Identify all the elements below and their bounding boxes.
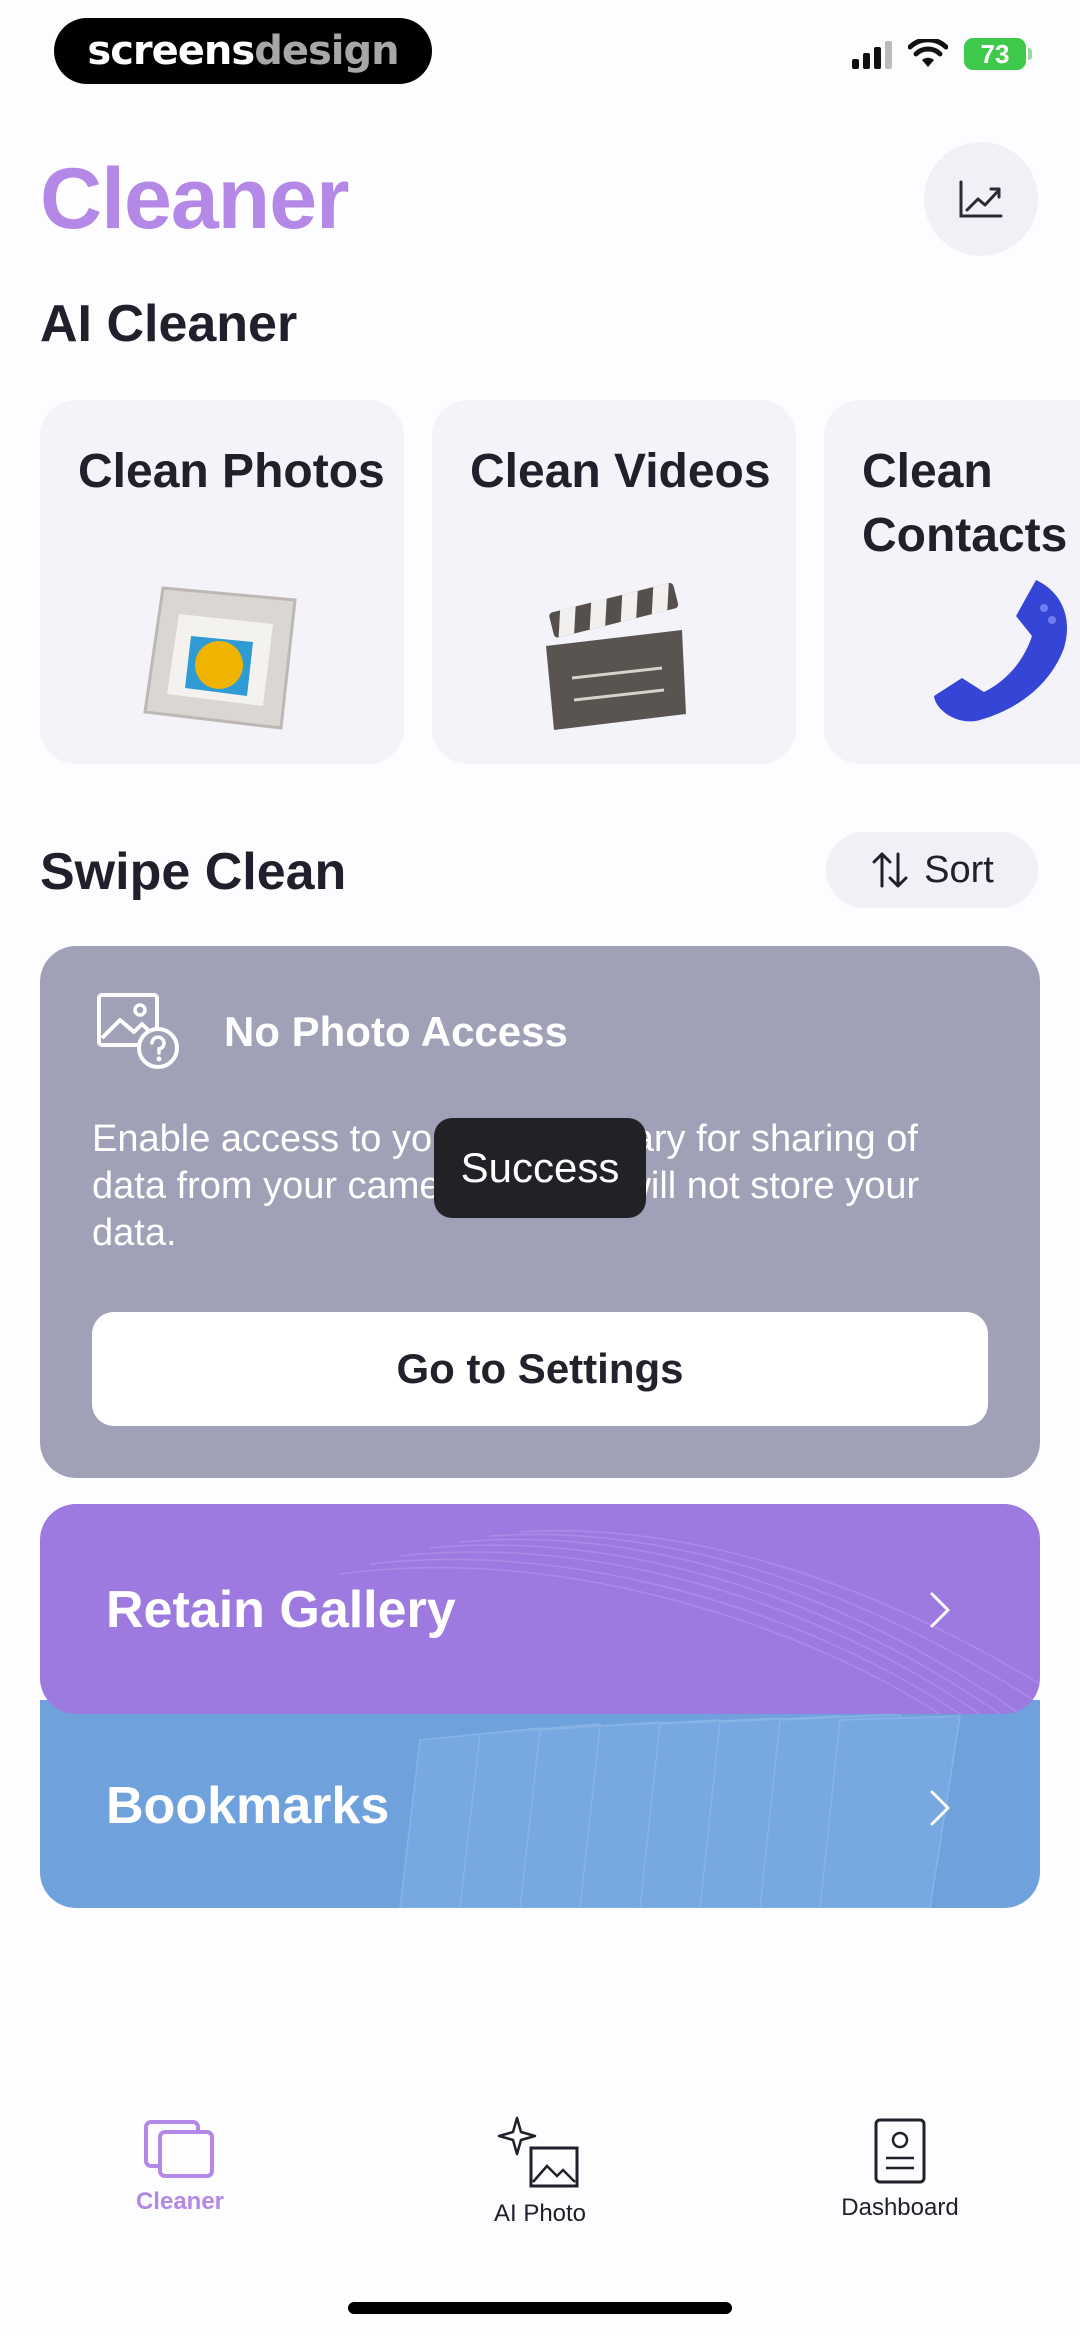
card-label: Clean Photos (78, 445, 385, 498)
stacked-cards-icon (144, 2120, 214, 2178)
chevron-right-icon (930, 1790, 950, 1826)
status-bar-icons: 73 (852, 38, 1032, 70)
card-label: Clean Videos (470, 445, 771, 498)
brand-text-part1: screens (87, 28, 255, 74)
bookmarks-label: Bookmarks (106, 1777, 390, 1835)
bookmarks-banner[interactable]: Bookmarks (40, 1700, 1040, 1908)
tab-ai-photo[interactable]: AI Photo (420, 2116, 660, 2228)
battery-level: 73 (980, 38, 1010, 69)
clapperboard-icon (546, 583, 686, 730)
cellular-signal-icon (852, 39, 892, 69)
wifi-icon (908, 39, 948, 67)
success-toast: Success (434, 1118, 646, 1218)
tab-label-dashboard: Dashboard (841, 2194, 959, 2221)
clean-photos-card[interactable]: Clean Photos (40, 400, 404, 764)
photo-question-icon (97, 993, 179, 1069)
sort-button[interactable]: Sort (826, 832, 1038, 908)
screensdesign-watermark: screens design (54, 18, 432, 84)
ai-cleaner-heading: AI Cleaner (40, 295, 298, 353)
clean-videos-card[interactable]: Clean Videos (432, 400, 796, 764)
sparkle-image-icon (497, 2116, 579, 2188)
tab-dashboard[interactable]: Dashboard (780, 2116, 1020, 2222)
toast-message: Success (460, 1144, 620, 1191)
brand-text-part2: design (254, 28, 399, 74)
page-title: Cleaner (40, 151, 349, 247)
retain-gallery-label: Retain Gallery (106, 1581, 456, 1639)
home-indicator[interactable] (348, 2302, 732, 2314)
no-photo-access-title: No Photo Access (224, 1008, 568, 1055)
tab-label-ai-photo: AI Photo (493, 2200, 587, 2227)
chevron-right-icon (930, 1592, 950, 1628)
document-icon (874, 2118, 926, 2184)
battery-icon: 73 (964, 38, 1032, 70)
retain-gallery-banner[interactable]: Retain Gallery (40, 1504, 1040, 1714)
sort-arrows-icon (872, 852, 908, 888)
sort-label: Sort (924, 848, 994, 891)
swipe-clean-heading: Swipe Clean (40, 843, 347, 901)
phone-icon (934, 580, 1068, 722)
clean-contacts-card[interactable]: Clean Contacts (824, 400, 1080, 764)
go-to-settings-label: Go to Settings (396, 1345, 684, 1392)
tab-cleaner[interactable]: Cleaner (60, 2116, 300, 2216)
stats-button[interactable] (924, 142, 1038, 256)
ai-cleaner-cards: Clean Photos Clean Videos Clean Contacts (40, 400, 1080, 766)
trending-chart-icon (959, 180, 1003, 218)
tab-label-cleaner: Cleaner (135, 2188, 225, 2215)
go-to-settings-button[interactable]: Go to Settings (92, 1312, 988, 1426)
card-label: Clean Contacts (862, 445, 1068, 562)
photo-frame-icon (143, 586, 297, 730)
